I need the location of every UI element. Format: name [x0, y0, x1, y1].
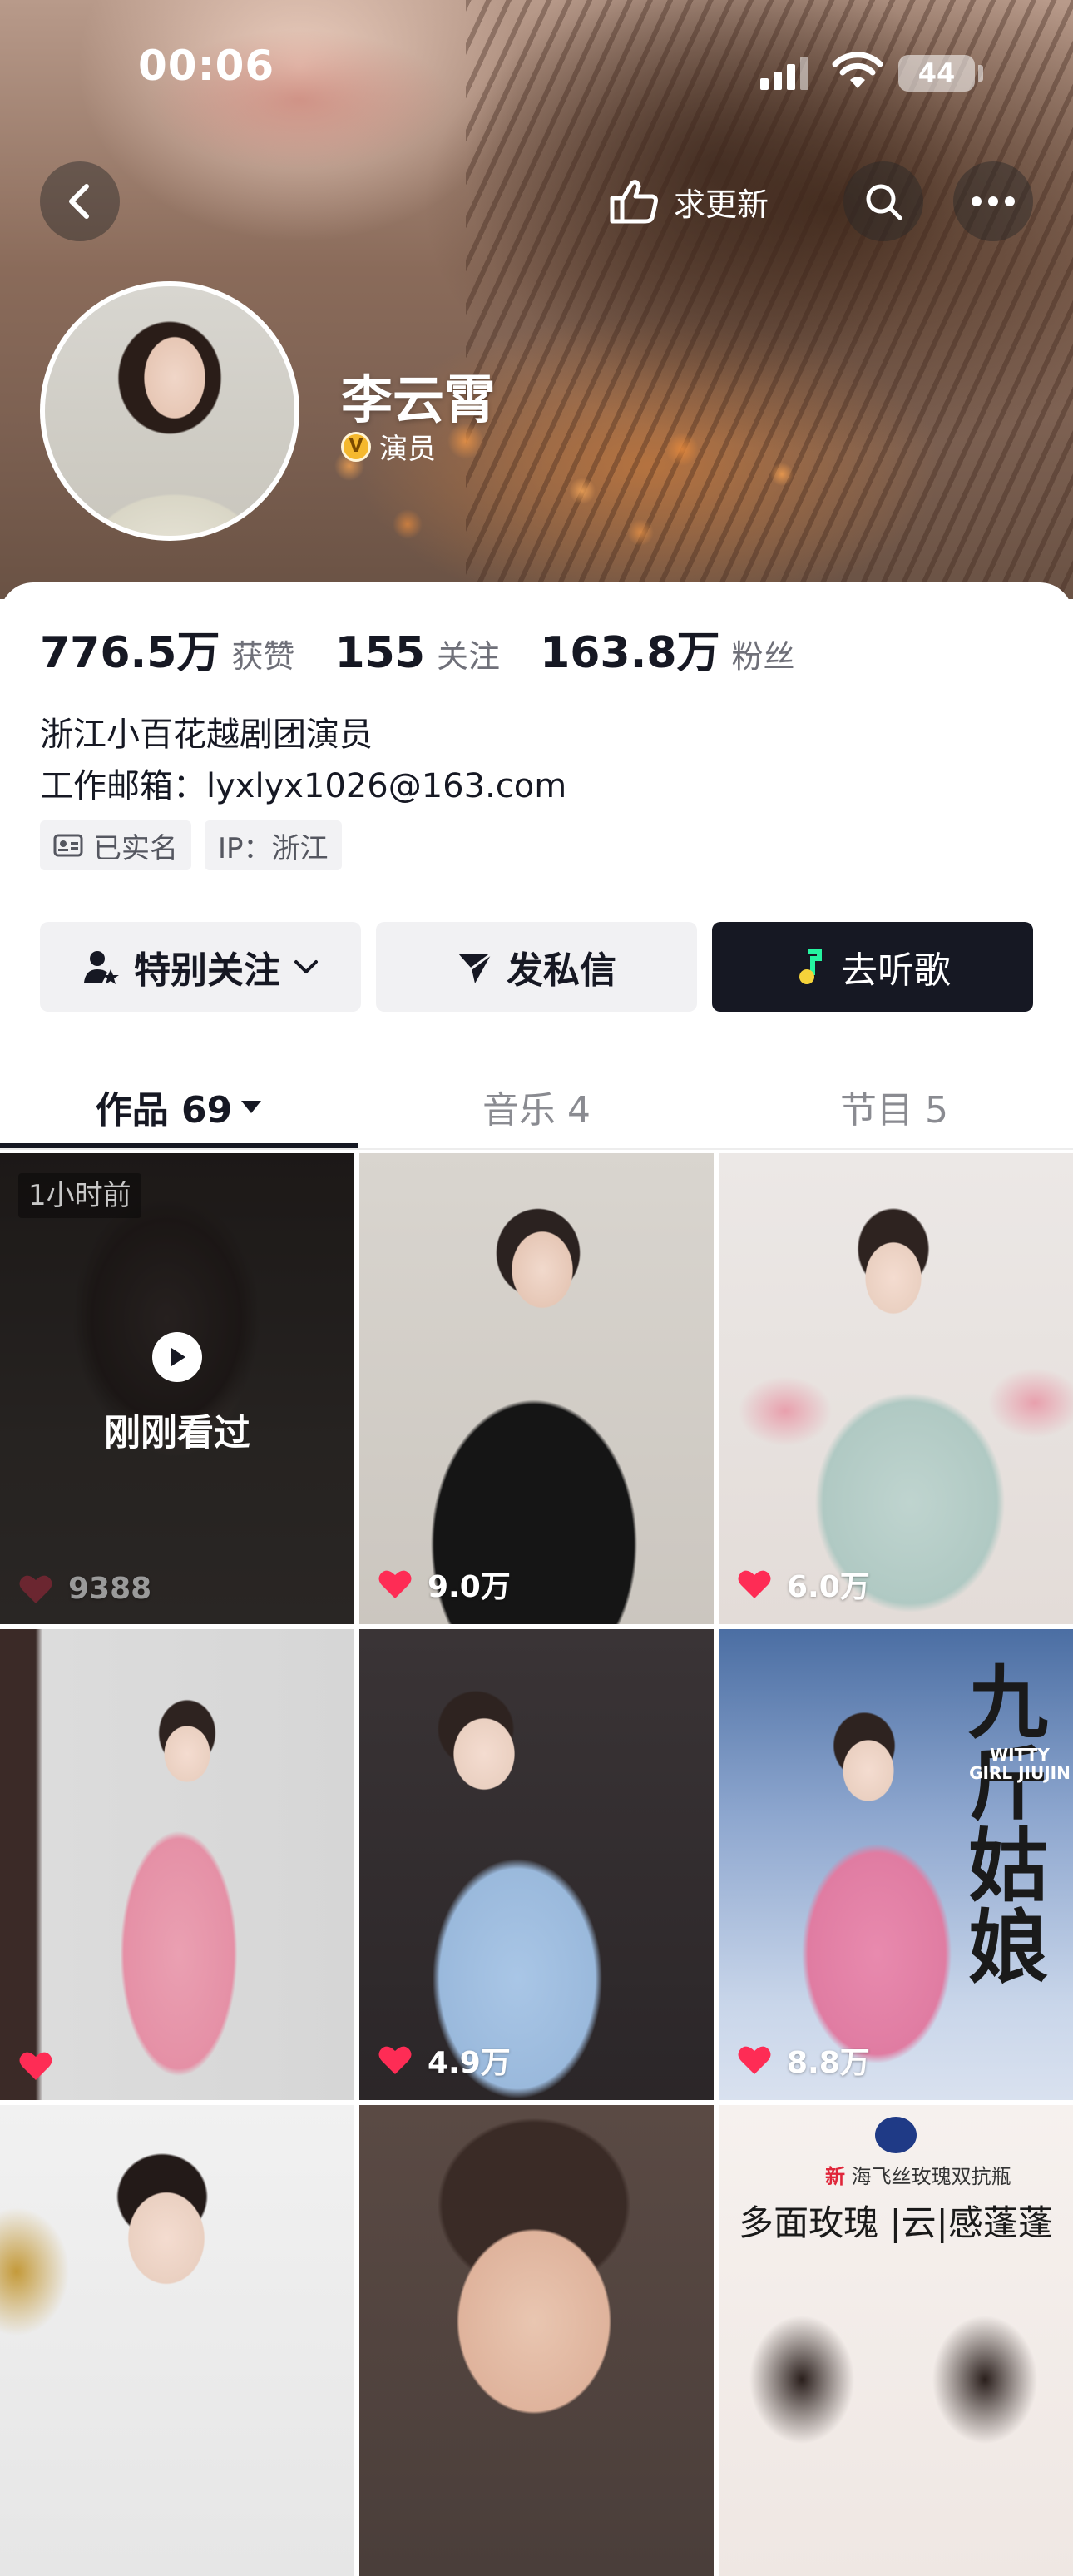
like-count: 6.0万 [737, 1563, 870, 1606]
real-name-label: 已实名 [93, 831, 178, 865]
battery-tip [978, 65, 983, 82]
ad-new-label: 新 [825, 2165, 845, 2188]
verified-row: V 演员 [341, 426, 436, 467]
ad-small-text: 海飞丝玫瑰双抗瓶 [851, 2165, 1011, 2188]
like-count [18, 2050, 68, 2082]
tab-music[interactable]: 音乐 4 [358, 1073, 715, 1140]
watched-overlay [0, 1153, 354, 1624]
brand-logo [875, 2117, 917, 2153]
video-tile[interactable]: 九斤姑娘 WITTY GIRL JIUJIN 8.8万 [719, 1629, 1073, 2100]
like-count-value: 8.8万 [787, 2046, 870, 2080]
request-update-label: 求更新 [674, 186, 769, 223]
like-count-value: 6.0万 [787, 1570, 870, 1604]
video-tile[interactable]: 4.9万 [359, 1629, 714, 2100]
video-tile[interactable]: 1小时前 刚刚看过 9388 [0, 1153, 354, 1624]
ad-subtitle: 新 海飞丝玫瑰双抗瓶 [825, 2160, 1011, 2189]
verified-badge-icon: V [341, 431, 371, 462]
tab-divider [0, 1148, 1073, 1150]
send-message-button[interactable]: 发私信 [376, 922, 697, 1012]
like-count: 9.0万 [378, 1563, 511, 1606]
like-count: 8.8万 [737, 2039, 870, 2082]
bio-email: 工作邮箱：lyxlyx1026@163.com [40, 767, 567, 805]
time-badge: 1小时前 [18, 1173, 141, 1218]
special-follow-label: 特别关注 [134, 949, 280, 992]
send-message-label: 发私信 [507, 949, 616, 992]
recently-watched-label: 刚刚看过 [104, 1412, 250, 1454]
likes-label: 获赞 [231, 638, 295, 675]
ad-title: 多面玫瑰 |云|感蓬蓬 [739, 2202, 1053, 2243]
chevron-down-icon [294, 960, 318, 973]
search-button[interactable] [843, 161, 923, 241]
more-button[interactable] [953, 161, 1033, 241]
video-tile[interactable]: 6.0万 [719, 1153, 1073, 1624]
signal-icon [760, 57, 808, 90]
stats-row: 776.5万 获赞 155 关注 163.8万 粉丝 [40, 617, 835, 680]
special-follow-button[interactable]: 特别关注 [40, 922, 361, 1012]
play-icon [152, 1332, 202, 1382]
back-icon [69, 184, 89, 219]
tab-shows[interactable]: 节目 5 [715, 1073, 1073, 1140]
status-time: 00:06 [138, 42, 275, 90]
battery-level: 44 [917, 57, 956, 89]
following-label: 关注 [437, 638, 501, 675]
heart-icon [378, 1570, 412, 1598]
heart-icon [738, 2046, 771, 2074]
like-count-value: 4.9万 [428, 2046, 511, 2080]
wifi-icon [832, 52, 883, 88]
like-count: 9388 [18, 1572, 151, 1606]
bio-line: 浙江小百花越剧团演员 [40, 716, 373, 754]
send-icon [458, 952, 492, 983]
ip-location-tag: IP：浙江 [205, 820, 342, 870]
listen-music-label: 去听歌 [841, 949, 951, 992]
like-count-value: 9.0万 [428, 1570, 511, 1604]
battery-indicator: 44 [898, 55, 975, 92]
poster-title: 九斤姑娘 [968, 1656, 1048, 1994]
followers-count[interactable]: 163.8万 [540, 617, 719, 680]
search-icon [866, 184, 902, 220]
hand-point-icon [610, 180, 658, 224]
user-star-icon [84, 951, 119, 984]
poster-subtitle: WITTY GIRL JIUJIN [969, 1745, 1071, 1783]
listen-music-button[interactable]: 去听歌 [712, 922, 1033, 1012]
video-tile[interactable] [0, 2105, 354, 2576]
tab-works[interactable]: 作品 69 [0, 1073, 358, 1140]
heart-icon [738, 1570, 771, 1598]
real-name-tag: 已实名 [40, 820, 191, 870]
verified-title: 演员 [379, 433, 436, 466]
heart-icon [19, 1575, 52, 1603]
video-tile[interactable]: 9.0万 [359, 1153, 714, 1624]
tab-shows-label: 节目 5 [840, 1089, 948, 1132]
video-tile[interactable] [359, 2105, 714, 2576]
request-update-button[interactable]: 求更新 [607, 168, 769, 235]
ip-location-label: IP：浙江 [218, 831, 329, 865]
back-button[interactable] [40, 161, 120, 241]
followers-label: 粉丝 [731, 638, 795, 675]
caret-down-icon [241, 1101, 262, 1113]
heart-icon [19, 2052, 52, 2080]
profile-name: 李云霄 [341, 369, 497, 430]
video-tile[interactable] [0, 1629, 354, 2100]
like-count: 4.9万 [378, 2039, 511, 2082]
likes-count[interactable]: 776.5万 [40, 617, 220, 680]
music-note-icon [799, 949, 822, 984]
video-tile[interactable]: 新 海飞丝玫瑰双抗瓶 多面玫瑰 |云|感蓬蓬 [719, 2105, 1073, 2576]
tab-music-label: 音乐 4 [482, 1089, 591, 1132]
tab-works-label: 作品 69 [95, 1089, 233, 1132]
following-count[interactable]: 155 [335, 628, 426, 678]
id-card-icon [53, 834, 83, 857]
more-icon [972, 196, 1015, 206]
heart-icon [378, 2046, 412, 2074]
like-count-value: 9388 [68, 1572, 152, 1606]
avatar[interactable] [40, 281, 299, 541]
